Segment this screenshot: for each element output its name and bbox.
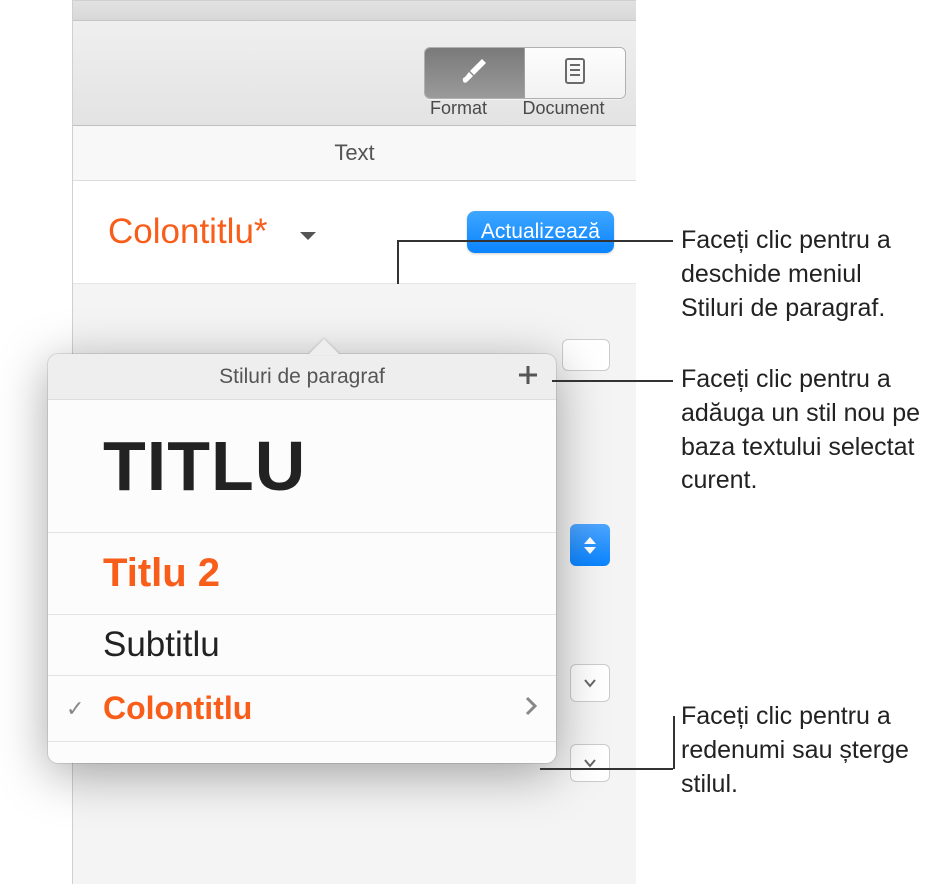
window-titlebar xyxy=(73,0,636,21)
callout-add-style: Faceți clic pentru a adăuga un stil nou … xyxy=(681,363,931,498)
style-item-subtitlu[interactable]: Subtitlu xyxy=(48,614,556,675)
obscured-dropdown[interactable] xyxy=(570,744,610,782)
chevron-right-icon xyxy=(524,704,538,721)
obscured-popup-button[interactable] xyxy=(570,524,610,566)
inspector-section-label: Text xyxy=(73,126,636,181)
paintbrush-icon xyxy=(460,57,490,90)
toolbar-labels: Format Document xyxy=(73,98,626,119)
paragraph-style-row: Colontitlu* Actualizează xyxy=(73,181,636,284)
view-segmented-control xyxy=(424,47,626,99)
update-style-button[interactable]: Actualizează xyxy=(467,211,614,253)
popover-header: Stiluri de paragraf xyxy=(48,354,556,400)
obscured-dropdown[interactable] xyxy=(570,664,610,702)
add-style-button[interactable] xyxy=(514,364,542,392)
checkmark-icon: ✓ xyxy=(66,696,84,722)
toolbar: Format Document xyxy=(73,21,636,126)
chevron-down-icon xyxy=(298,212,318,252)
document-tab[interactable] xyxy=(525,48,625,98)
paragraph-styles-popover: Stiluri de paragraf TITLU Titlu 2 Subtit… xyxy=(48,354,556,763)
style-item-label: Colontitlu xyxy=(103,676,252,741)
callout-leader xyxy=(397,240,673,242)
paragraph-style-popup[interactable]: Colontitlu* xyxy=(108,212,318,252)
callout-leader xyxy=(540,768,673,770)
callout-leader xyxy=(397,240,399,284)
callout-leader xyxy=(673,716,675,769)
popover-arrow xyxy=(308,339,340,355)
obscured-field[interactable] xyxy=(562,339,610,371)
callout-leader xyxy=(552,380,673,382)
style-item-label: Subtitlu xyxy=(103,615,220,675)
current-style-name: Colontitlu* xyxy=(108,212,268,252)
style-options-button[interactable] xyxy=(524,695,538,722)
style-item-partial[interactable] xyxy=(48,741,556,763)
callout-rename-delete: Faceți clic pentru a redenumi sau șterge… xyxy=(681,700,931,801)
document-tab-label: Document xyxy=(511,98,616,119)
style-item-titlu[interactable]: TITLU xyxy=(48,400,556,532)
style-item-colontitlu[interactable]: ✓ Colontitlu xyxy=(48,675,556,741)
callout-open-menu: Faceți clic pentru a deschide meniul Sti… xyxy=(681,224,931,325)
styles-list: TITLU Titlu 2 Subtitlu ✓ Colontitlu xyxy=(48,400,556,763)
document-icon xyxy=(563,57,587,90)
format-tab[interactable] xyxy=(425,48,525,98)
plus-icon xyxy=(516,363,540,393)
popover-title: Stiluri de paragraf xyxy=(219,365,385,389)
style-item-label: TITLU xyxy=(103,400,306,532)
style-item-label: Titlu 2 xyxy=(103,533,220,614)
format-tab-label: Format xyxy=(406,98,511,119)
style-item-titlu2[interactable]: Titlu 2 xyxy=(48,532,556,614)
